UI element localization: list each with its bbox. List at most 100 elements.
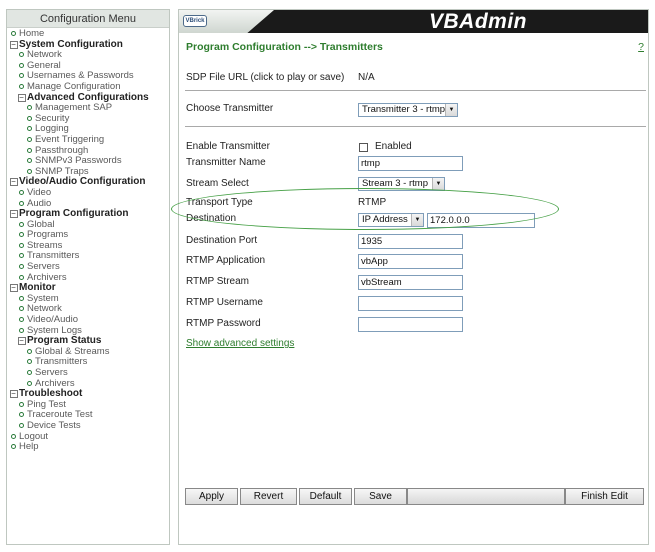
bullet-icon [27,380,32,386]
rtmp-application-input[interactable]: vbApp [358,254,463,269]
bullet-icon [19,253,24,259]
rtmp-stream-input[interactable]: vbStream [358,275,463,290]
rtmp-username-input[interactable] [358,296,463,311]
bullet-icon [27,168,32,174]
show-advanced-settings-link[interactable]: Show advanced settings [186,338,294,349]
bullet-icon [27,147,32,153]
menu-marker: − [8,40,19,51]
bullet-icon [27,370,32,375]
apply-button[interactable]: Apply [185,488,238,505]
bullet-icon [27,105,32,111]
collapse-icon: − [9,283,18,293]
bullet-icon [27,115,32,121]
bullet-icon [19,306,24,312]
bullet-icon [19,221,24,227]
menu-marker [24,114,35,125]
menu-marker [16,50,27,61]
menu-marker [24,103,35,114]
menu-marker [16,315,27,326]
menu-marker [16,71,27,82]
page-title: Program Configuration --> Transmitters [186,41,383,53]
rtmp-username-label: RTMP Username [186,297,263,308]
bullet-icon [19,327,24,333]
menu-marker: − [8,389,19,400]
save-button[interactable]: Save [354,488,407,505]
menu-marker [16,410,27,421]
menu-item-label: Device Tests [27,419,81,431]
sdp-url-label: SDP File URL (click to play or save) [186,72,345,83]
main-panel: VBrick VBAdmin Program Configuration -->… [171,9,649,545]
bullet-icon [19,83,24,89]
app-title: VBAdmin [429,10,527,33]
enable-transmitter-label: Enable Transmitter [186,141,270,152]
bullet-icon [19,401,24,407]
transmitter-name-input[interactable]: rtmp [358,156,463,171]
menu-item-label: Manage Configuration [27,80,121,92]
menu-title: Configuration Menu [7,10,169,28]
bullet-icon [19,62,24,68]
header-banner: VBrick VBAdmin [179,10,648,33]
bullet-icon [19,73,24,79]
bullet-icon [27,348,32,354]
bullet-icon [27,359,32,365]
divider [185,90,646,91]
rtmp-application-label: RTMP Application [186,255,266,266]
config-menu-sidebar: Configuration Menu Home − System Configura… [6,9,170,545]
menu-item-transmitters[interactable]: Transmitters [7,357,169,368]
rtmp-stream-label: RTMP Stream [186,276,249,287]
menu-item-global-streams[interactable]: Global & Streams [7,346,169,358]
destination-address-input[interactable]: 172.0.0.0 [427,213,535,228]
bullet-icon [27,136,32,142]
menu-marker [8,432,19,443]
dropdown-arrow-icon: ▼ [411,214,423,226]
default-button[interactable]: Default [299,488,352,505]
menu-marker [24,124,35,135]
menu-marker [8,442,19,453]
enabled-checkbox[interactable] [359,143,368,152]
collapse-icon: − [17,336,26,346]
bullet-icon [19,52,24,58]
menu-item-help[interactable]: Help [7,442,169,453]
transport-type-value: RTMP [358,197,387,208]
sdp-url-value[interactable]: N/A [358,72,375,83]
collapse-icon: − [17,92,26,102]
stream-select[interactable]: Stream 3 - rtmp ▼ [358,177,445,191]
bullet-icon [19,274,24,280]
menu-marker [24,146,35,157]
menu-item-management-sap[interactable]: Management SAP [7,103,169,114]
stream-select-value: Stream 3 - rtmp [362,178,428,189]
bullet-icon [19,412,24,418]
collapse-icon: − [9,39,18,49]
destination-port-input[interactable]: 1935 [358,234,463,249]
choose-transmitter-select[interactable]: Transmitter 3 - rtmp ▼ [358,103,458,117]
menu-marker [24,347,35,358]
help-link[interactable]: ? [638,41,644,53]
revert-button[interactable]: Revert [240,488,297,505]
menu-item-manage-configuration[interactable]: Manage Configuration [7,80,169,93]
finish-edit-button[interactable]: Finish Edit [565,488,644,505]
menu-item-event-triggering[interactable]: Event Triggering [7,134,169,146]
destination-label: Destination [186,213,237,224]
menu-item-servers[interactable]: Servers [7,367,169,379]
bullet-icon [27,158,32,164]
rtmp-password-input[interactable] [358,317,463,332]
menu-marker [16,304,27,315]
bullet-icon [19,317,24,323]
bullet-icon [19,264,24,270]
menu-item-security[interactable]: Security [7,113,169,125]
bullet-icon [19,295,24,301]
destination-type-select[interactable]: IP Address ▼ [358,213,424,227]
menu-marker [16,241,27,252]
destination-type-value: IP Address [362,214,408,225]
menu-item-home[interactable]: Home [7,28,169,40]
menu-marker [16,220,27,231]
divider [185,126,646,127]
menu-item-video[interactable]: Video [7,187,169,199]
menu-marker [8,29,19,40]
menu-item-device-tests[interactable]: Device Tests [7,419,169,432]
vbrick-logo: VBrick [183,15,207,27]
menu-marker [16,230,27,241]
bullet-icon [19,232,24,238]
dropdown-arrow-icon: ▼ [445,104,457,116]
choose-transmitter-label: Choose Transmitter [186,103,274,114]
